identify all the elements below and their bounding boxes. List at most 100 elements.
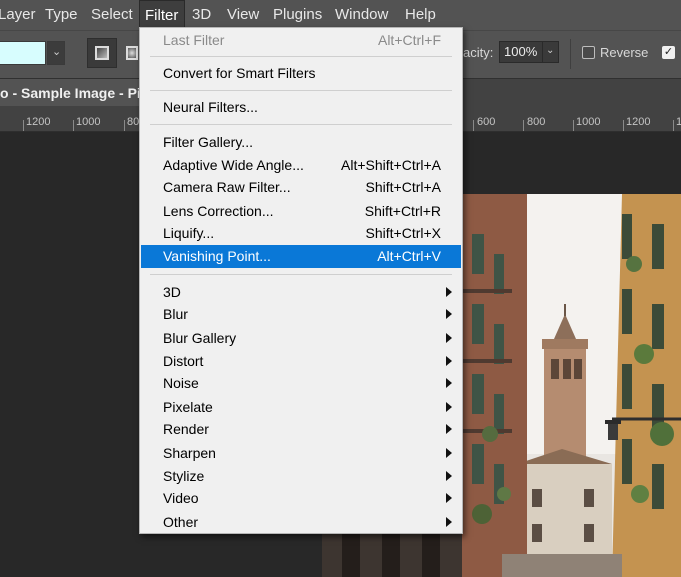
document-tab-title: o - Sample Image - PiX	[0, 85, 151, 101]
gradient-picker-dropdown[interactable]: ⌄	[47, 41, 65, 65]
menu-item-label: Other	[163, 514, 199, 530]
menu-item-render[interactable]: Render	[141, 418, 461, 440]
document-tab[interactable]: o - Sample Image - PiX	[0, 79, 150, 107]
ruler-tick	[523, 120, 524, 131]
menu-item-label: Filter Gallery...	[163, 134, 253, 150]
menu-item-shortcut: Shift+Ctrl+A	[365, 179, 441, 195]
menu-plugins[interactable]: Plugins	[273, 0, 322, 30]
ruler-label: 1400	[676, 116, 681, 128]
menu-view[interactable]: View	[227, 0, 259, 30]
radial-gradient-icon	[126, 46, 138, 60]
ruler-tick	[73, 120, 74, 131]
menu-separator	[150, 56, 452, 57]
submenu-arrow-icon	[446, 333, 452, 343]
menu-item-filter-gallery[interactable]: Filter Gallery...	[141, 131, 461, 153]
linear-gradient-icon	[95, 46, 109, 60]
menu-item-shortcut: Shift+Ctrl+R	[364, 203, 441, 219]
ruler-tick	[124, 120, 125, 131]
chevron-down-icon: ⌄	[546, 45, 555, 56]
menu-item-vanishing-point[interactable]: Vanishing Point... Alt+Ctrl+V	[141, 245, 461, 268]
ruler-label: 80	[127, 116, 140, 128]
menu-item-lens-correction[interactable]: Lens Correction... Shift+Ctrl+R	[141, 200, 461, 222]
submenu-arrow-icon	[446, 493, 452, 503]
menu-item-blur[interactable]: Blur	[141, 303, 461, 325]
submenu-arrow-icon	[446, 402, 452, 412]
submenu-arrow-icon	[446, 448, 452, 458]
menu-item-stylize[interactable]: Stylize	[141, 465, 461, 487]
menu-item-label: Distort	[163, 353, 204, 369]
menu-bar: Layer Type Select Filter 3D View Plugins…	[0, 0, 681, 30]
ruler-label: 1200	[626, 116, 651, 128]
ruler-tick	[473, 120, 474, 131]
menu-item-label: Pixelate	[163, 399, 213, 415]
submenu-arrow-icon	[446, 517, 452, 527]
menu-item-liquify[interactable]: Liquify... Shift+Ctrl+X	[141, 222, 461, 244]
opacity-label: acity:	[463, 45, 494, 60]
submenu-arrow-icon	[446, 378, 452, 388]
ruler-tick	[623, 120, 624, 131]
chevron-down-icon: ⌄	[52, 46, 62, 58]
menu-item-pixelate[interactable]: Pixelate	[141, 396, 461, 418]
menu-item-distort[interactable]: Distort	[141, 350, 461, 372]
menu-item-label: Lens Correction...	[163, 203, 274, 219]
ruler-tick	[673, 120, 674, 131]
menu-item-label: Neural Filters...	[163, 99, 258, 115]
menu-type[interactable]: Type	[45, 0, 78, 30]
menu-item-label: Blur	[163, 306, 188, 322]
menu-item-3d[interactable]: 3D	[141, 281, 461, 303]
gradient-color-swatch[interactable]	[0, 41, 46, 65]
menu-item-shortcut: Shift+Ctrl+X	[365, 225, 441, 241]
ruler-label: 600	[477, 116, 496, 128]
menu-item-label: Video	[163, 490, 199, 506]
menu-item-other[interactable]: Other	[141, 511, 461, 533]
filter-menu: Last Filter Alt+Ctrl+F Convert for Smart…	[139, 27, 463, 534]
dither-checkbox[interactable]: ✓	[662, 46, 675, 59]
radial-gradient-button[interactable]	[123, 38, 139, 68]
menu-item-label: Render	[163, 421, 209, 437]
menu-item-label: Blur Gallery	[163, 330, 237, 346]
menu-help[interactable]: Help	[405, 0, 436, 30]
reverse-checkbox[interactable]	[582, 46, 595, 59]
menu-select[interactable]: Select	[91, 0, 133, 30]
menu-item-last-filter[interactable]: Last Filter Alt+Ctrl+F	[141, 29, 461, 51]
menu-item-shortcut: Alt+Ctrl+V	[377, 248, 441, 264]
menu-item-label: Stylize	[163, 468, 205, 484]
linear-gradient-button[interactable]	[87, 38, 117, 68]
menu-layer[interactable]: Layer	[0, 0, 36, 30]
ruler-label: 1200	[26, 116, 51, 128]
submenu-arrow-icon	[446, 309, 452, 319]
ruler-label: 800	[527, 116, 546, 128]
menu-item-convert-smart-filters[interactable]: Convert for Smart Filters	[141, 62, 461, 84]
menu-3d[interactable]: 3D	[192, 0, 211, 30]
submenu-arrow-icon	[446, 424, 452, 434]
ruler-label: 1000	[76, 116, 101, 128]
menu-item-label: Liquify...	[163, 225, 215, 241]
opacity-dropdown[interactable]: ⌄	[543, 41, 559, 63]
menu-item-shortcut: Alt+Ctrl+F	[377, 32, 441, 48]
menu-item-label: Convert for Smart Filters	[163, 65, 316, 81]
submenu-arrow-icon	[446, 356, 452, 366]
menu-item-label: 3D	[163, 284, 181, 300]
divider	[570, 39, 571, 69]
menu-item-label: Camera Raw Filter...	[163, 179, 291, 195]
menu-filter[interactable]: Filter	[139, 0, 185, 30]
opacity-input[interactable]: 100%	[499, 41, 543, 63]
ruler-tick	[573, 120, 574, 131]
menu-separator	[150, 90, 452, 91]
menu-item-sharpen[interactable]: Sharpen	[141, 442, 461, 464]
menu-item-neural-filters[interactable]: Neural Filters...	[141, 96, 461, 118]
menu-item-blur-gallery[interactable]: Blur Gallery	[141, 327, 461, 349]
menu-item-label: Last Filter	[163, 32, 225, 48]
menu-separator	[150, 124, 452, 125]
menu-window[interactable]: Window	[335, 0, 388, 30]
ruler-label: 1000	[576, 116, 601, 128]
menu-item-adaptive-wide-angle[interactable]: Adaptive Wide Angle... Alt+Shift+Ctrl+A	[141, 154, 461, 176]
menu-item-label: Vanishing Point...	[163, 248, 271, 264]
reverse-label: Reverse	[600, 45, 649, 60]
menu-item-camera-raw-filter[interactable]: Camera Raw Filter... Shift+Ctrl+A	[141, 176, 461, 198]
menu-item-noise[interactable]: Noise	[141, 372, 461, 394]
menu-item-video[interactable]: Video	[141, 487, 461, 509]
menu-separator	[150, 274, 452, 275]
submenu-arrow-icon	[446, 287, 452, 297]
menu-item-label: Sharpen	[163, 445, 216, 461]
